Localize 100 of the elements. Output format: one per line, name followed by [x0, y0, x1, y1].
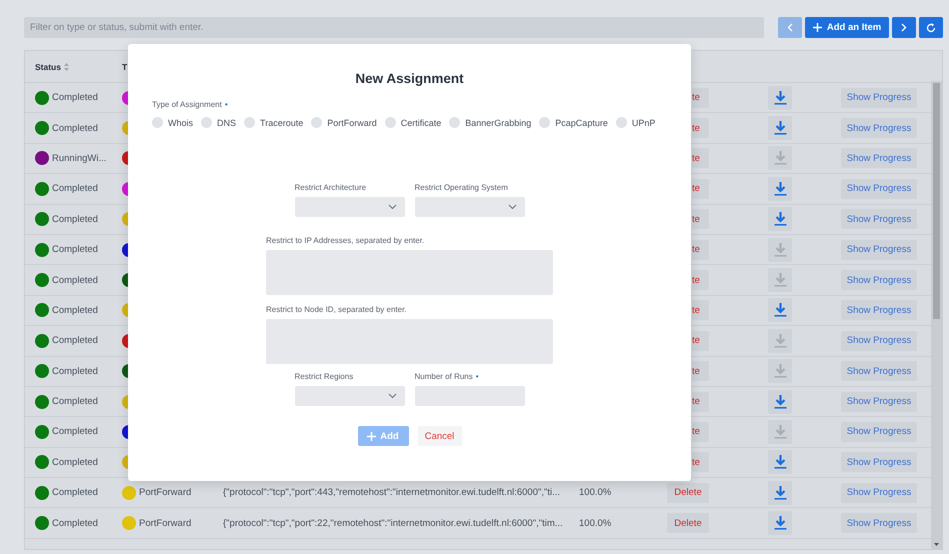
cancel-button[interactable]: Cancel [418, 426, 462, 446]
chevron-down-icon [388, 393, 396, 399]
status-text: Completed [52, 122, 98, 134]
chevron-down-icon [508, 204, 516, 210]
add-item-button[interactable]: Add an Item [804, 17, 890, 38]
delete-button[interactable]: Delete [667, 482, 709, 503]
show-progress-button[interactable]: Show Progress [841, 330, 917, 351]
delete-button[interactable]: te [692, 422, 709, 442]
download-icon [774, 90, 786, 105]
delete-button[interactable]: te [692, 209, 709, 230]
scrollbar[interactable] [931, 81, 942, 549]
field-label: Restrict Regions [294, 372, 354, 381]
status-text: Completed [52, 456, 98, 468]
progress-percent: 100.0% [579, 487, 612, 498]
filter-field[interactable]: Filter on type or status, submit with enter. [24, 17, 764, 38]
delete-button[interactable]: te [692, 148, 709, 168]
plus-icon [812, 23, 822, 32]
next-button[interactable] [892, 17, 916, 38]
download-button[interactable] [768, 420, 792, 444]
regions-select[interactable] [294, 386, 404, 406]
chevron-right-icon [901, 23, 908, 32]
download-icon [774, 334, 786, 348]
plus-icon [367, 432, 376, 440]
column-header[interactable]: Status [35, 62, 122, 72]
delete-button[interactable]: te [692, 88, 709, 108]
delete-button[interactable]: te [692, 452, 709, 472]
delete-button[interactable]: te [692, 392, 709, 412]
download-button[interactable] [768, 86, 792, 110]
assignment-type-radio[interactable]: BannerGrabbing [449, 117, 532, 128]
delete-button[interactable]: te [692, 178, 709, 199]
delete-button[interactable]: te [692, 330, 709, 351]
field-label: Restrict Architecture [294, 183, 368, 192]
download-button[interactable] [768, 207, 792, 232]
show-progress-button[interactable]: Show Progress [841, 178, 917, 199]
delete-button[interactable]: te [692, 270, 709, 290]
download-icon [774, 242, 786, 257]
status-text: Completed [52, 304, 98, 316]
assignment-type-radio[interactable]: PortForward [311, 117, 377, 128]
status-text: Completed [52, 214, 98, 225]
download-icon [774, 455, 786, 470]
assignment-type-radio[interactable]: Traceroute [244, 117, 304, 128]
field-label: Number of Runs • [414, 372, 480, 381]
operating-system-select[interactable] [414, 197, 524, 217]
show-progress-button[interactable]: Show Progress [841, 148, 917, 168]
download-button[interactable] [768, 298, 792, 322]
download-icon [774, 121, 786, 136]
refresh-button[interactable] [919, 17, 944, 38]
download-icon [774, 364, 786, 378]
field-label: Type of Assignment • [152, 100, 229, 109]
show-progress-button[interactable]: Show Progress [841, 209, 917, 230]
show-progress-button[interactable]: Show Progress [841, 482, 917, 503]
field-label: Restrict to IP Addresses, separated by enter. [266, 236, 426, 245]
show-progress-button[interactable]: Show Progress [841, 422, 917, 442]
download-button[interactable] [768, 450, 792, 474]
download-icon [774, 182, 786, 196]
download-button[interactable] [768, 176, 792, 201]
download-button[interactable] [768, 238, 792, 262]
download-button[interactable] [768, 328, 792, 353]
delete-button[interactable]: te [692, 240, 709, 260]
number-of-runs-field[interactable] [414, 386, 524, 406]
show-progress-button[interactable]: Show Progress [841, 270, 917, 290]
assignment-type-radio[interactable]: UPnP [616, 117, 656, 128]
show-progress-button[interactable]: Show Progress [841, 118, 917, 138]
node-id-field[interactable] [266, 319, 553, 364]
download-icon [774, 303, 786, 318]
download-icon [774, 486, 786, 500]
show-progress-button[interactable]: Show Progress [841, 452, 917, 472]
download-button[interactable] [768, 359, 792, 384]
show-progress-button[interactable]: Show Progress [841, 361, 917, 382]
show-progress-button[interactable]: Show Progress [841, 240, 917, 260]
show-progress-button[interactable]: Show Progress [841, 392, 917, 412]
download-button[interactable] [768, 116, 792, 140]
assignment-type-radio[interactable]: DNS [201, 117, 236, 128]
show-progress-button[interactable]: Show Progress [841, 300, 917, 320]
delete-button[interactable]: te [692, 361, 709, 382]
delete-button[interactable]: Delete [667, 513, 709, 534]
show-progress-button[interactable]: Show Progress [841, 513, 917, 534]
refresh-icon [926, 22, 936, 32]
delete-button[interactable]: te [692, 300, 709, 320]
status-text: Completed [52, 366, 98, 377]
status-text: Completed [52, 518, 98, 529]
status-text: Completed [52, 487, 98, 498]
assignment-type-radio[interactable]: Certificate [384, 117, 442, 128]
assignment-type-radio[interactable]: PcapCapture [539, 117, 608, 128]
show-progress-button[interactable]: Show Progress [841, 88, 917, 108]
delete-button[interactable]: te [692, 118, 709, 138]
download-icon [774, 151, 786, 166]
download-button[interactable] [768, 511, 792, 536]
download-button[interactable] [768, 146, 792, 170]
parameters-text: {"protocol":"tcp","port":443,"remotehost":"internetmonitor.ewi.tudelft.nl:6000","ti... [223, 487, 560, 498]
download-button[interactable] [768, 390, 792, 414]
architecture-select[interactable] [294, 197, 404, 217]
download-button[interactable] [768, 268, 792, 292]
assignment-type-radio[interactable]: Whois [152, 117, 194, 128]
ip-addresses-field[interactable] [266, 250, 553, 295]
status-text: Completed [52, 244, 98, 256]
sort-icon [64, 62, 69, 70]
previous-button[interactable] [778, 17, 802, 38]
chevron-down-icon [388, 204, 396, 210]
download-button[interactable] [768, 480, 792, 505]
